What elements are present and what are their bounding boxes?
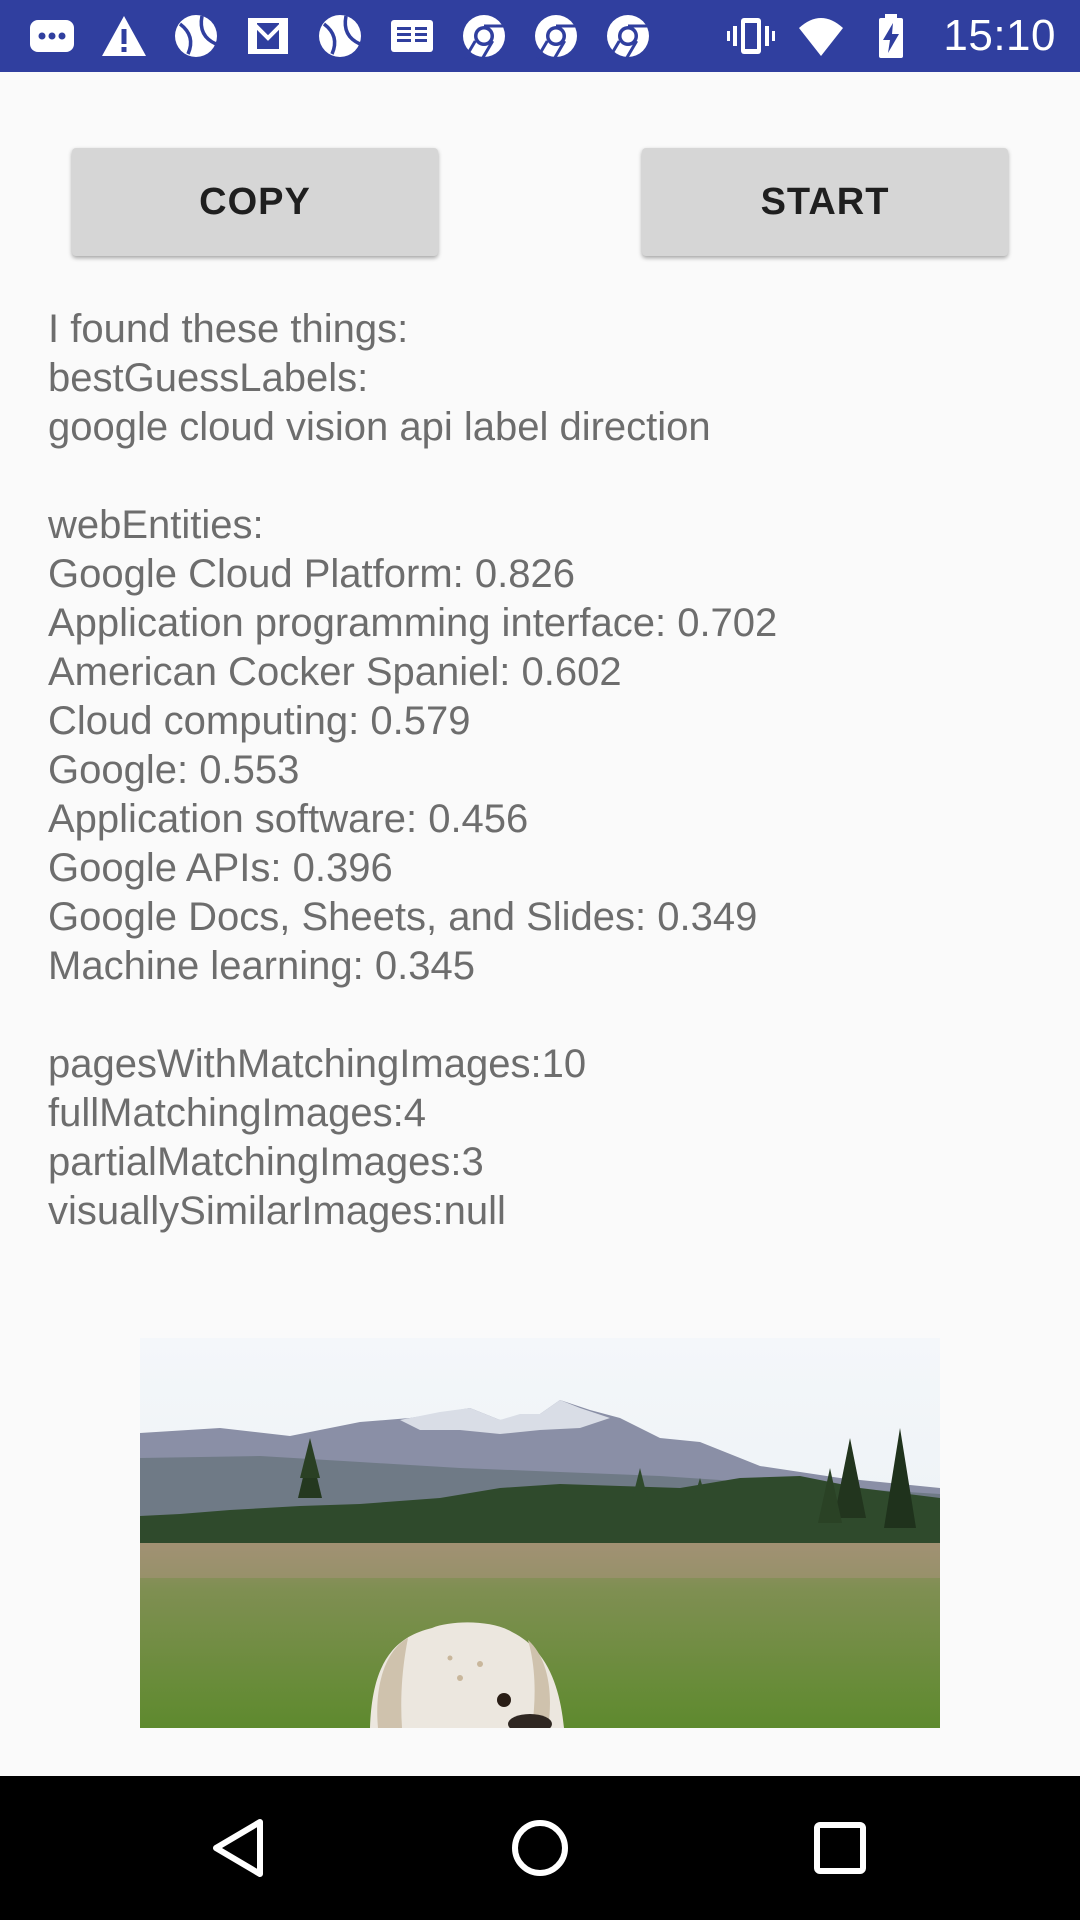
- chrome-icon: [535, 15, 577, 59]
- result-line: pagesWithMatchingImages:10: [48, 1042, 587, 1086]
- ball-icon: [319, 15, 361, 57]
- chrome-icon: [607, 15, 649, 59]
- result-line: google cloud vision api label direction: [48, 405, 711, 449]
- result-line: Machine learning: 0.345: [48, 944, 475, 988]
- messages-icon: [30, 20, 74, 52]
- result-line: Application software: 0.456: [48, 797, 529, 841]
- copy-button[interactable]: COPY: [72, 148, 438, 256]
- back-icon[interactable]: [204, 1812, 276, 1884]
- warning-icon: [102, 16, 146, 56]
- battery-charging-icon: [879, 14, 904, 58]
- result-line: fullMatchingImages:4: [48, 1091, 426, 1135]
- recents-icon[interactable]: [804, 1812, 876, 1884]
- start-button[interactable]: START: [642, 148, 1008, 256]
- result-line: [48, 452, 1048, 501]
- notification-icons: [28, 12, 652, 60]
- result-line: American Cocker Spaniel: 0.602: [48, 650, 622, 694]
- google-news-icon: [391, 20, 433, 52]
- result-line: webEntities:: [48, 503, 264, 547]
- gmail-icon: [248, 18, 288, 54]
- result-text: I found these things: bestGuessLabels: g…: [48, 305, 1048, 1236]
- photo-illustration: [140, 1338, 940, 1728]
- wifi-icon: [799, 18, 844, 56]
- dog-in-meadow-photo: [140, 1338, 940, 1728]
- chrome-icon: [463, 15, 505, 59]
- result-line: partialMatchingImages:3: [48, 1140, 484, 1184]
- status-bar: 15:10: [0, 0, 1080, 72]
- vibrate-icon: [727, 18, 776, 54]
- result-line: [48, 991, 1048, 1040]
- result-line: Google APIs: 0.396: [48, 846, 393, 890]
- result-line: Google Docs, Sheets, and Slides: 0.349: [48, 895, 758, 939]
- result-line: Google Cloud Platform: 0.826: [48, 552, 575, 596]
- result-line: I found these things:: [48, 307, 409, 351]
- navigation-bar: [0, 1776, 1080, 1920]
- result-line: visuallySimilarImages:null: [48, 1189, 506, 1233]
- result-line: Google: 0.553: [48, 748, 300, 792]
- main-content: COPY START I found these things: bestGue…: [0, 72, 1080, 1776]
- ball-icon: [175, 15, 217, 57]
- clock: 15:10: [943, 11, 1056, 60]
- result-line: Cloud computing: 0.579: [48, 699, 471, 743]
- home-icon[interactable]: [504, 1812, 576, 1884]
- system-status-icons: 15:10: [727, 11, 1056, 60]
- result-line: Application programming interface: 0.702: [48, 601, 778, 645]
- result-line: bestGuessLabels:: [48, 356, 369, 400]
